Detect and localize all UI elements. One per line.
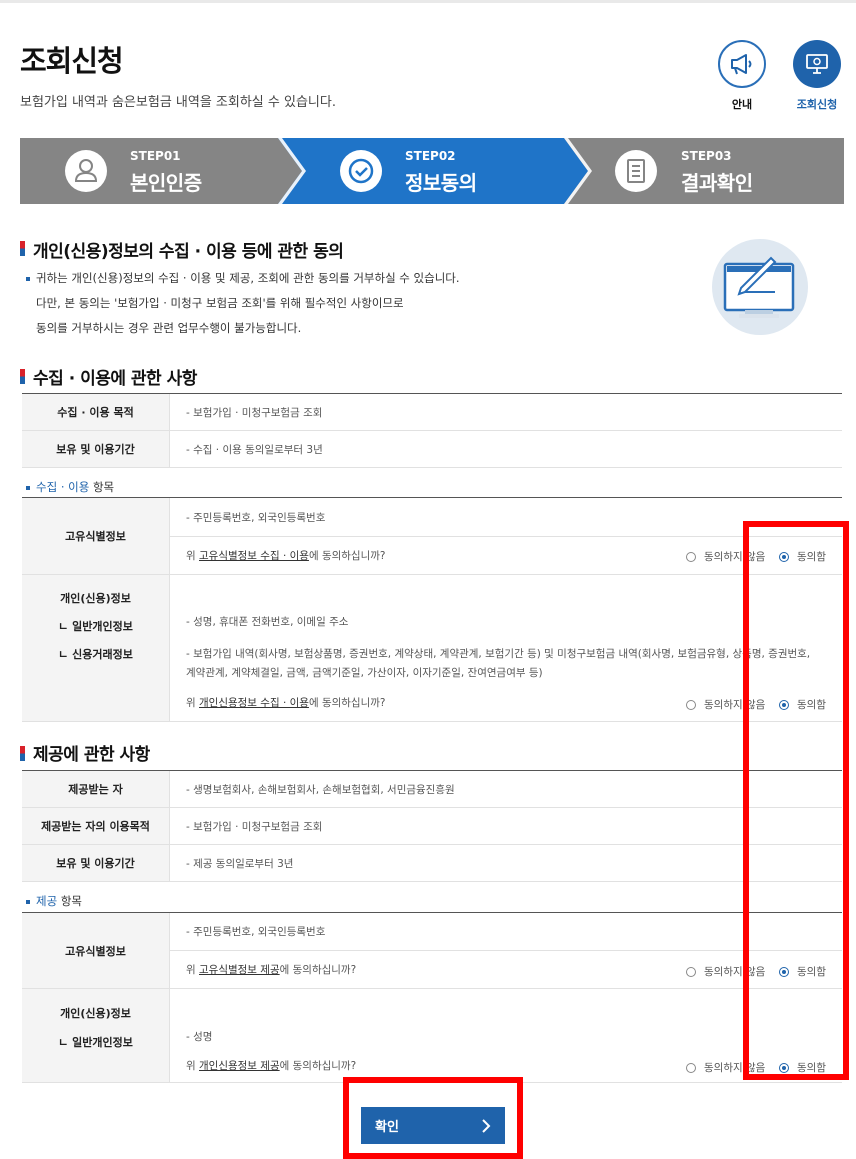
collect-credit-tx-label: ㄴ 신용거래정보 [58,648,133,661]
collect-items-label: 수집 · 이용 항목 [26,479,114,495]
intro-line-2: 다만, 본 동의는 '보험가입 · 미청구 보험금 조회'를 위해 필수적인 사… [36,296,404,310]
collect-items-highlight: 수집 · 이용 [36,480,90,494]
heading-marker [20,241,25,256]
provide-unique-question: 위 고유식별정보 제공에 동의하십니까? [186,964,357,976]
step1-name: 본인인증 [130,171,202,195]
step-progress: STEP01 본인인증 STEP02 정보동의 STEP03 결과확인 [20,138,844,204]
provide-purpose-value: - 보험가입 · 미청구보험금 조회 [186,821,323,833]
page-subtitle: 보험가입 내역과 숨은보험금 내역을 조회하실 수 있습니다. [20,95,336,110]
radio-circle[interactable] [686,1062,696,1073]
collect-credit-label: 개인(신용)정보 [60,592,131,605]
collect-period-label: 보유 및 이용기간 [22,431,169,467]
check-icon [340,150,382,192]
provide-purpose-label: 제공받는 자의 이용목적 [22,808,169,844]
radio-circle[interactable] [686,551,696,562]
top-divider [0,0,856,3]
provide-period-value: - 제공 동의일로부터 3년 [186,858,294,870]
row-divider [169,950,842,951]
provide-items-highlight: 제공 [36,894,58,908]
document-icon [615,150,657,192]
confirm-button[interactable]: 확인 [361,1107,505,1144]
inquiry-button[interactable] [793,40,841,88]
collect-unique-link: 고유식별정보 수집 · 이용 [199,550,309,562]
intro-text: 귀하는 개인(신용)정보의 수집 · 이용 및 제공, 조회에 관한 동의를 거… [26,266,460,341]
monitor-illustration [711,238,809,340]
collect-unique-label: 고유식별정보 [22,498,169,574]
collect-credit-value-2: 계약관계, 계약체결일, 금액, 금액기준일, 가산이자, 이자기준일, 잔여연… [186,667,543,679]
collect-period-value: - 수집 · 이용 동의일로부터 3년 [186,444,323,456]
provide-credit-link: 개인신용정보 제공 [199,1060,280,1072]
row-divider [22,881,842,882]
provide-items-label: 제공 항목 [26,893,82,909]
provide-general-value: - 성명 [186,1031,213,1043]
column-divider [169,498,170,721]
collect-purpose-value: - 보험가입 · 미청구보험금 조회 [186,407,323,419]
step2-number: STEP02 [405,149,456,163]
column-divider [169,771,170,881]
intro-line-1: 귀하는 개인(신용)정보의 수집 · 이용 및 제공, 조회에 관한 동의를 거… [36,271,460,285]
collect-credit-value: - 보험가입 내역(회사명, 보험상품명, 증권번호, 계약상태, 계약관계, … [186,643,836,665]
heading-marker [20,746,25,761]
guide-button[interactable] [718,40,766,88]
collect-unique-question: 위 고유식별정보 수집 · 이용에 동의하십니까? [186,550,386,562]
radio-circle[interactable] [686,699,696,710]
consent-heading: 개인(신용)정보의 수집 · 이용 등에 관한 동의 [33,242,344,262]
step1-number: STEP01 [130,149,181,163]
collect-credit-value-1: - 보험가입 내역(회사명, 보험상품명, 증권번호, 계약상태, 계약관계, … [186,648,811,660]
guide-label[interactable]: 안내 [707,96,777,112]
row-divider [169,536,842,537]
provide-items-rest: 항목 [57,894,82,908]
step3-number: STEP03 [681,149,732,163]
page-title: 조회신청 [20,44,124,78]
heading-marker [20,369,25,384]
provide-heading: 제공에 관한 사항 [33,745,150,765]
collect-unique-value: - 주민등록번호, 외국인등록번호 [186,512,326,524]
collect-credit-link: 개인신용정보 수집 · 이용 [199,697,309,709]
provide-period-label: 보유 및 이용기간 [22,845,169,881]
collect-general-label: ㄴ 일반개인정보 [58,620,133,633]
row-divider [22,721,842,722]
step2-name: 정보동의 [405,171,477,195]
collect-credit-question: 위 개인신용정보 수집 · 이용에 동의하십니까? [186,697,386,709]
radio-circle[interactable] [686,966,696,977]
radio-highlight-box [743,521,849,1080]
collect-heading: 수집 · 이용에 관한 사항 [33,369,197,389]
provide-unique-link: 고유식별정보 제공 [199,964,280,976]
provide-recipient-value: - 생명보험회사, 손해보험회사, 손해보험협회, 서민금융진흥원 [186,784,455,796]
collect-items-rest: 항목 [89,480,115,494]
provide-credit-question: 위 개인신용정보 제공에 동의하십니까? [186,1060,357,1072]
confirm-label: 확인 [375,1120,399,1135]
provide-unique-value: - 주민등록번호, 외국인등록번호 [186,926,326,938]
collect-general-value: - 성명, 휴대폰 전화번호, 이메일 주소 [186,616,349,628]
provide-credit-label-cell: 개인(신용)정보 ㄴ 일반개인정보 [22,989,169,1082]
collect-purpose-label: 수집 · 이용 목적 [22,394,169,430]
provide-general-label: ㄴ 일반개인정보 [58,1036,133,1049]
column-divider [169,394,170,467]
intro-line-3: 동의를 거부하시는 경우 관련 업무수행이 불가능합니다. [36,321,302,335]
provide-recipient-label: 제공받는 자 [22,771,169,807]
collect-credit-label-cell: 개인(신용)정보 ㄴ 일반개인정보 ㄴ 신용거래정보 [22,575,169,721]
person-icon [65,150,107,192]
chevron-right-icon [482,1118,491,1133]
step3-name: 결과확인 [681,171,753,195]
column-divider [169,913,170,1082]
megaphone-icon [731,54,752,75]
row-divider [22,467,842,468]
monitor-search-icon [806,54,828,74]
provide-credit-label: 개인(신용)정보 [60,1007,131,1020]
provide-unique-label: 고유식별정보 [22,913,169,988]
inquiry-label[interactable]: 조회신청 [782,96,852,112]
